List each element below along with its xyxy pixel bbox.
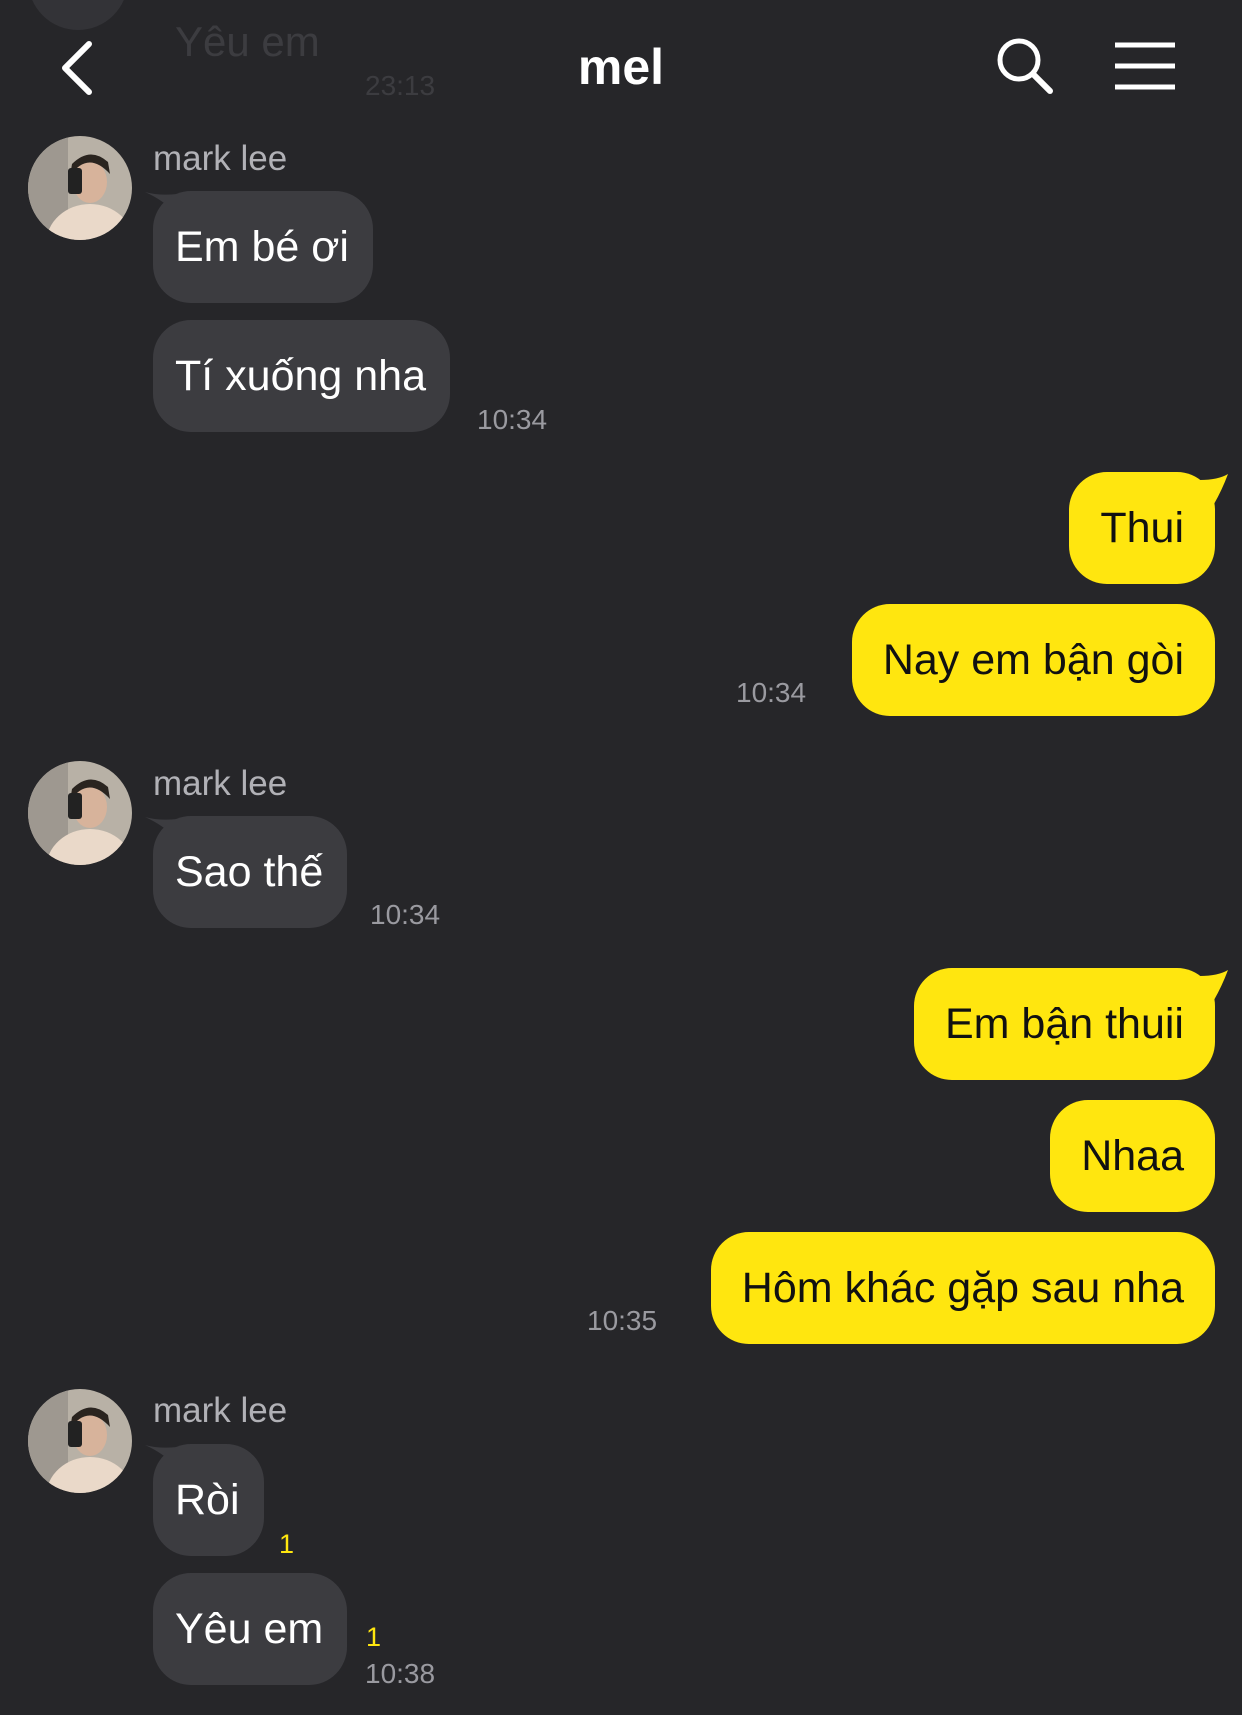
message-time: 10:38 [365, 1658, 436, 1689]
sender-name: mark lee [153, 764, 288, 803]
unread-count: 1 [279, 1529, 295, 1559]
chat-header: mel [0, 0, 1242, 130]
outgoing-message[interactable]: Nhaa [1050, 1100, 1215, 1212]
message-time: 10:34 [736, 677, 807, 708]
avatar[interactable] [28, 1389, 132, 1493]
sender-name: mark lee [153, 1391, 288, 1430]
message-time: 10:34 [370, 899, 441, 930]
search-icon[interactable] [995, 36, 1055, 96]
unread-count: 1 [366, 1622, 382, 1652]
incoming-message[interactable]: Yêu em [153, 1573, 348, 1685]
chat-title[interactable]: mel [0, 38, 1242, 96]
incoming-message[interactable]: Em bé ơi [153, 191, 373, 303]
avatar[interactable] [28, 761, 132, 865]
outgoing-message[interactable]: Nay em bận gòi [851, 604, 1215, 716]
incoming-message[interactable]: Tí xuống nha [153, 320, 451, 432]
outgoing-message[interactable]: Hôm khác gặp sau nha [710, 1232, 1215, 1344]
message-time: 10:35 [587, 1305, 658, 1336]
sender-name: mark lee [153, 139, 288, 178]
hamburger-menu-icon[interactable] [1113, 40, 1177, 92]
incoming-message[interactable]: Ròi [153, 1444, 264, 1556]
avatar-photo [28, 1389, 132, 1493]
incoming-message[interactable]: Sao thế [153, 816, 348, 928]
message-time: 10:34 [477, 404, 548, 435]
outgoing-message[interactable]: Thui [1069, 472, 1215, 584]
outgoing-message[interactable]: Em bận thuii [913, 968, 1215, 1080]
avatar-photo [28, 136, 132, 240]
avatar[interactable] [28, 136, 132, 240]
avatar-photo [28, 761, 132, 865]
